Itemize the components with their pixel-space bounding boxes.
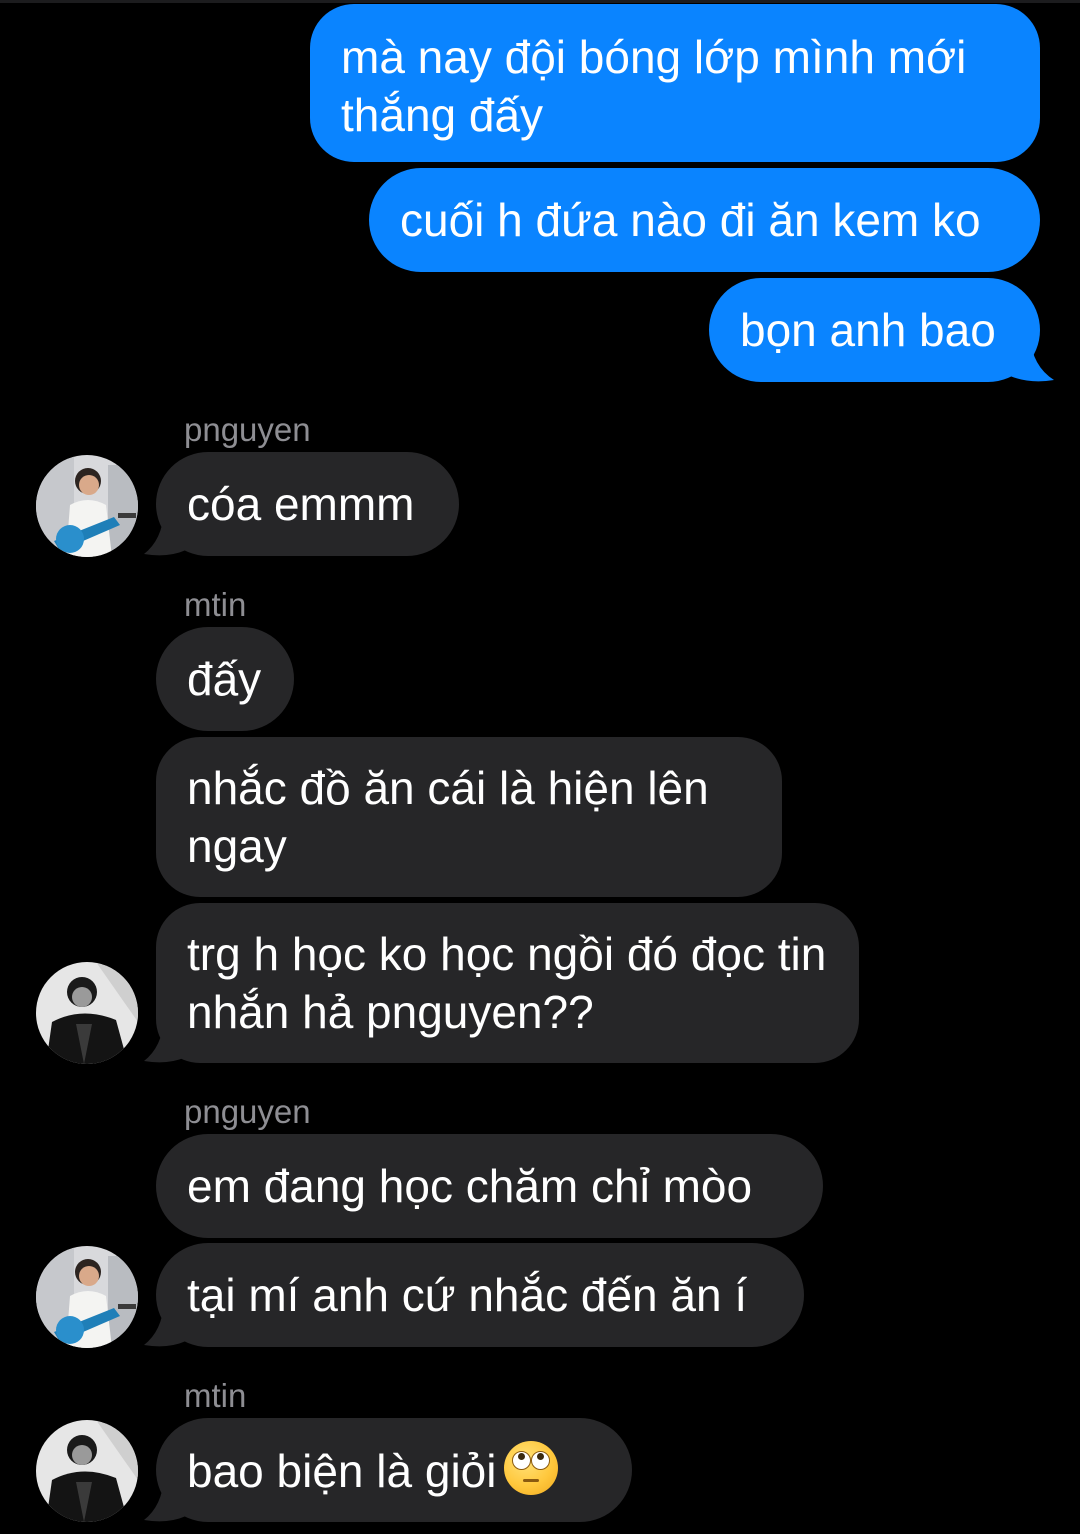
message-incoming[interactable]: cóa emmm	[156, 452, 459, 556]
bubble-tail-incoming	[144, 512, 186, 556]
avatar-bw-photo-icon	[36, 1420, 138, 1522]
message-text: đấy	[187, 653, 262, 705]
avatar-guitar-photo-icon	[36, 1246, 138, 1348]
avatar-mtin[interactable]	[36, 962, 138, 1064]
message-incoming[interactable]: tại mí anh cứ nhắc đến ăn í	[156, 1243, 804, 1347]
avatar-pnguyen[interactable]	[36, 455, 138, 557]
sender-name: mtin	[184, 586, 247, 623]
sender-name: pnguyen	[184, 411, 311, 448]
message-text: cóa emmm	[187, 478, 415, 530]
bubble-tail-incoming	[144, 1019, 186, 1063]
bubble-tail-incoming	[144, 1303, 186, 1347]
message-incoming[interactable]: em đang học chăm chỉ mòo	[156, 1134, 823, 1238]
avatar-mtin[interactable]	[36, 1420, 138, 1522]
bubble-tail-incoming	[144, 1478, 186, 1522]
top-divider	[0, 0, 1080, 3]
message-outgoing[interactable]: cuối h đứa nào đi ăn kem ko	[369, 168, 1040, 272]
message-text: bao biện là giỏi	[187, 1445, 497, 1497]
message-incoming[interactable]: đấy	[156, 627, 294, 731]
avatar-pnguyen[interactable]	[36, 1246, 138, 1348]
message-text: mà nay đội bóng lớp mình mới thắng đấy	[341, 31, 967, 141]
message-outgoing[interactable]: bọn anh bao	[709, 278, 1040, 382]
avatar-bw-photo-icon	[36, 962, 138, 1064]
message-text: nhắc đồ ăn cái là hiện lên ngay	[187, 762, 709, 872]
message-text: bọn anh bao	[740, 304, 996, 356]
rolling-eyes-emoji-icon	[504, 1441, 559, 1495]
message-text: tại mí anh cứ nhắc đến ăn í	[187, 1269, 748, 1321]
sender-name: mtin	[184, 1377, 247, 1414]
message-incoming[interactable]: bao biện là giỏi	[156, 1418, 632, 1522]
message-text: em đang học chăm chỉ mòo	[187, 1160, 753, 1212]
message-text: cuối h đứa nào đi ăn kem ko	[400, 194, 981, 246]
avatar-guitar-photo-icon	[36, 455, 138, 557]
message-outgoing[interactable]: mà nay đội bóng lớp mình mới thắng đấy	[310, 4, 1040, 162]
message-incoming[interactable]: nhắc đồ ăn cái là hiện lên ngay	[156, 737, 782, 897]
message-text: trg h học ko học ngồi đó đọc tin nhắn hả…	[187, 928, 827, 1038]
sender-name: pnguyen	[184, 1093, 311, 1130]
bubble-tail-outgoing	[1008, 336, 1054, 382]
message-incoming[interactable]: trg h học ko học ngồi đó đọc tin nhắn hả…	[156, 903, 859, 1063]
